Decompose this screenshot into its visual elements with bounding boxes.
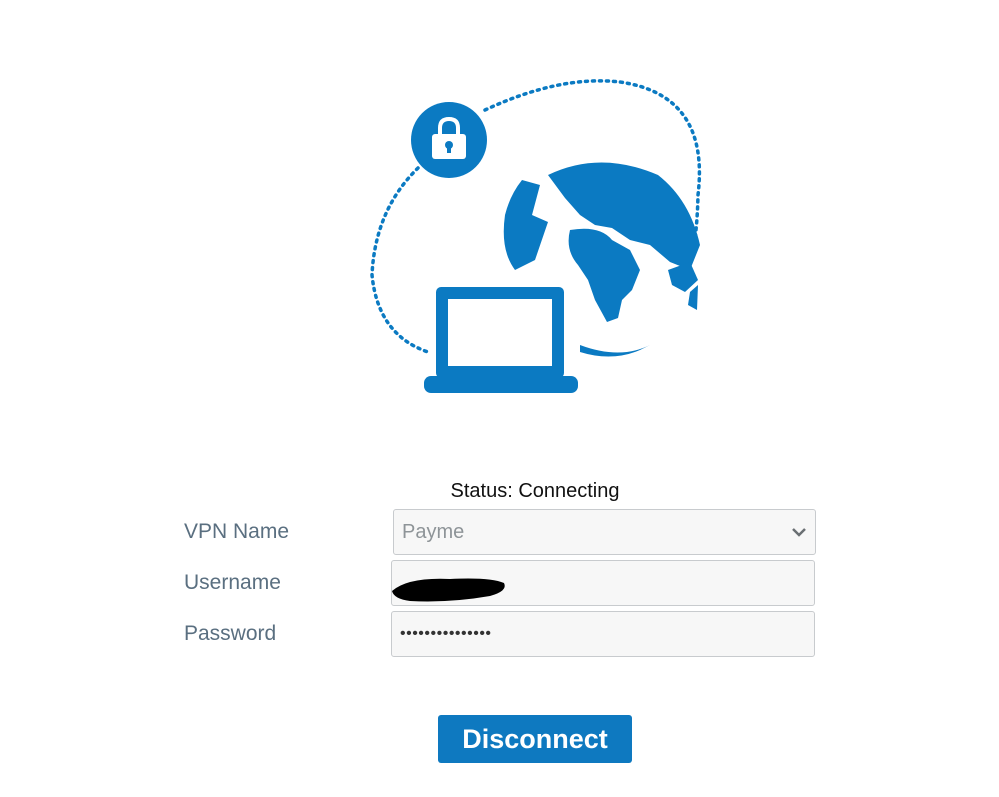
username-input[interactable] (391, 560, 815, 606)
redaction-mark (392, 578, 505, 602)
vpn-name-select[interactable]: Payme (393, 509, 816, 555)
username-label: Username (184, 571, 281, 594)
connection-status: Status: Connecting (450, 480, 620, 502)
chevron-down-icon (792, 528, 806, 537)
password-value: ••••••••••••••• (400, 625, 492, 642)
connection-illustration (370, 79, 702, 393)
lock-icon (411, 102, 487, 178)
disconnect-button[interactable]: Disconnect (438, 715, 632, 763)
password-input[interactable]: ••••••••••••••• (391, 611, 815, 657)
vpn-name-label: VPN Name (184, 520, 290, 543)
vpn-name-value: Payme (402, 521, 465, 543)
password-label: Password (184, 622, 277, 645)
laptop-icon (424, 287, 578, 393)
